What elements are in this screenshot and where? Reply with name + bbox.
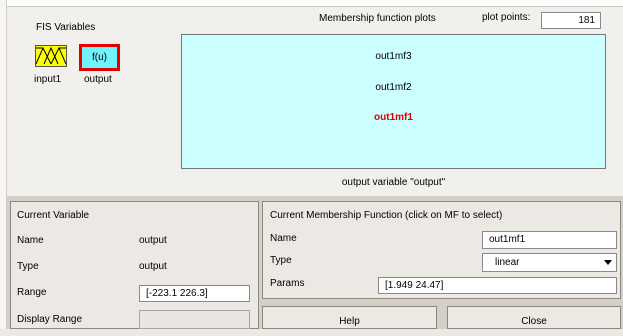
mf-label-out1mf3[interactable]: out1mf3 bbox=[182, 51, 605, 62]
plot-points-label: plot points: bbox=[482, 12, 531, 23]
cmf-type-dropdown[interactable]: linear bbox=[482, 253, 617, 272]
cv-type-value: output bbox=[139, 261, 167, 272]
output-variable-box[interactable]: f(u) bbox=[79, 44, 120, 71]
cv-display-range-label: Display Range bbox=[17, 314, 83, 325]
close-button[interactable]: Close bbox=[447, 306, 621, 329]
cmf-params-label: Params bbox=[270, 278, 305, 289]
chevron-down-icon bbox=[604, 260, 612, 265]
output-function-text: f(u) bbox=[92, 52, 107, 63]
mf-label-out1mf1-selected[interactable]: out1mf1 bbox=[182, 112, 605, 123]
current-mf-title: Current Membership Function (click on MF… bbox=[270, 210, 503, 221]
mf-plot-area[interactable]: out1mf3 out1mf2 out1mf1 bbox=[181, 34, 606, 169]
fis-variables-title: FIS Variables bbox=[36, 22, 96, 33]
cmf-name-input[interactable]: out1mf1 bbox=[482, 231, 617, 249]
mf-plots-title: Membership function plots bbox=[319, 13, 436, 24]
help-button[interactable]: Help bbox=[262, 306, 437, 329]
cv-type-label: Type bbox=[17, 261, 39, 272]
cv-range-label: Range bbox=[17, 287, 47, 298]
cv-name-label: Name bbox=[17, 235, 44, 246]
window-top-edge bbox=[0, 0, 623, 7]
plot-caption: output variable "output" bbox=[341, 177, 446, 188]
cv-display-range-input[interactable] bbox=[139, 310, 250, 329]
cmf-type-label: Type bbox=[270, 255, 292, 266]
cmf-type-value: linear bbox=[495, 257, 520, 268]
cmf-name-label: Name bbox=[270, 233, 297, 244]
triangular-membership-icon bbox=[36, 46, 66, 65]
output-label: output bbox=[84, 74, 112, 85]
input1-variable-box[interactable] bbox=[35, 45, 67, 67]
input1-label: input1 bbox=[34, 74, 62, 85]
cv-name-value: output bbox=[139, 235, 167, 246]
plot-points-input[interactable]: 181 bbox=[541, 12, 601, 29]
mf-label-out1mf2[interactable]: out1mf2 bbox=[182, 82, 605, 93]
cv-range-input[interactable]: [-223.1 226.3] bbox=[139, 285, 250, 302]
current-variable-title: Current Variable bbox=[17, 210, 90, 221]
cmf-params-input[interactable]: [1.949 24.47] bbox=[378, 277, 617, 294]
